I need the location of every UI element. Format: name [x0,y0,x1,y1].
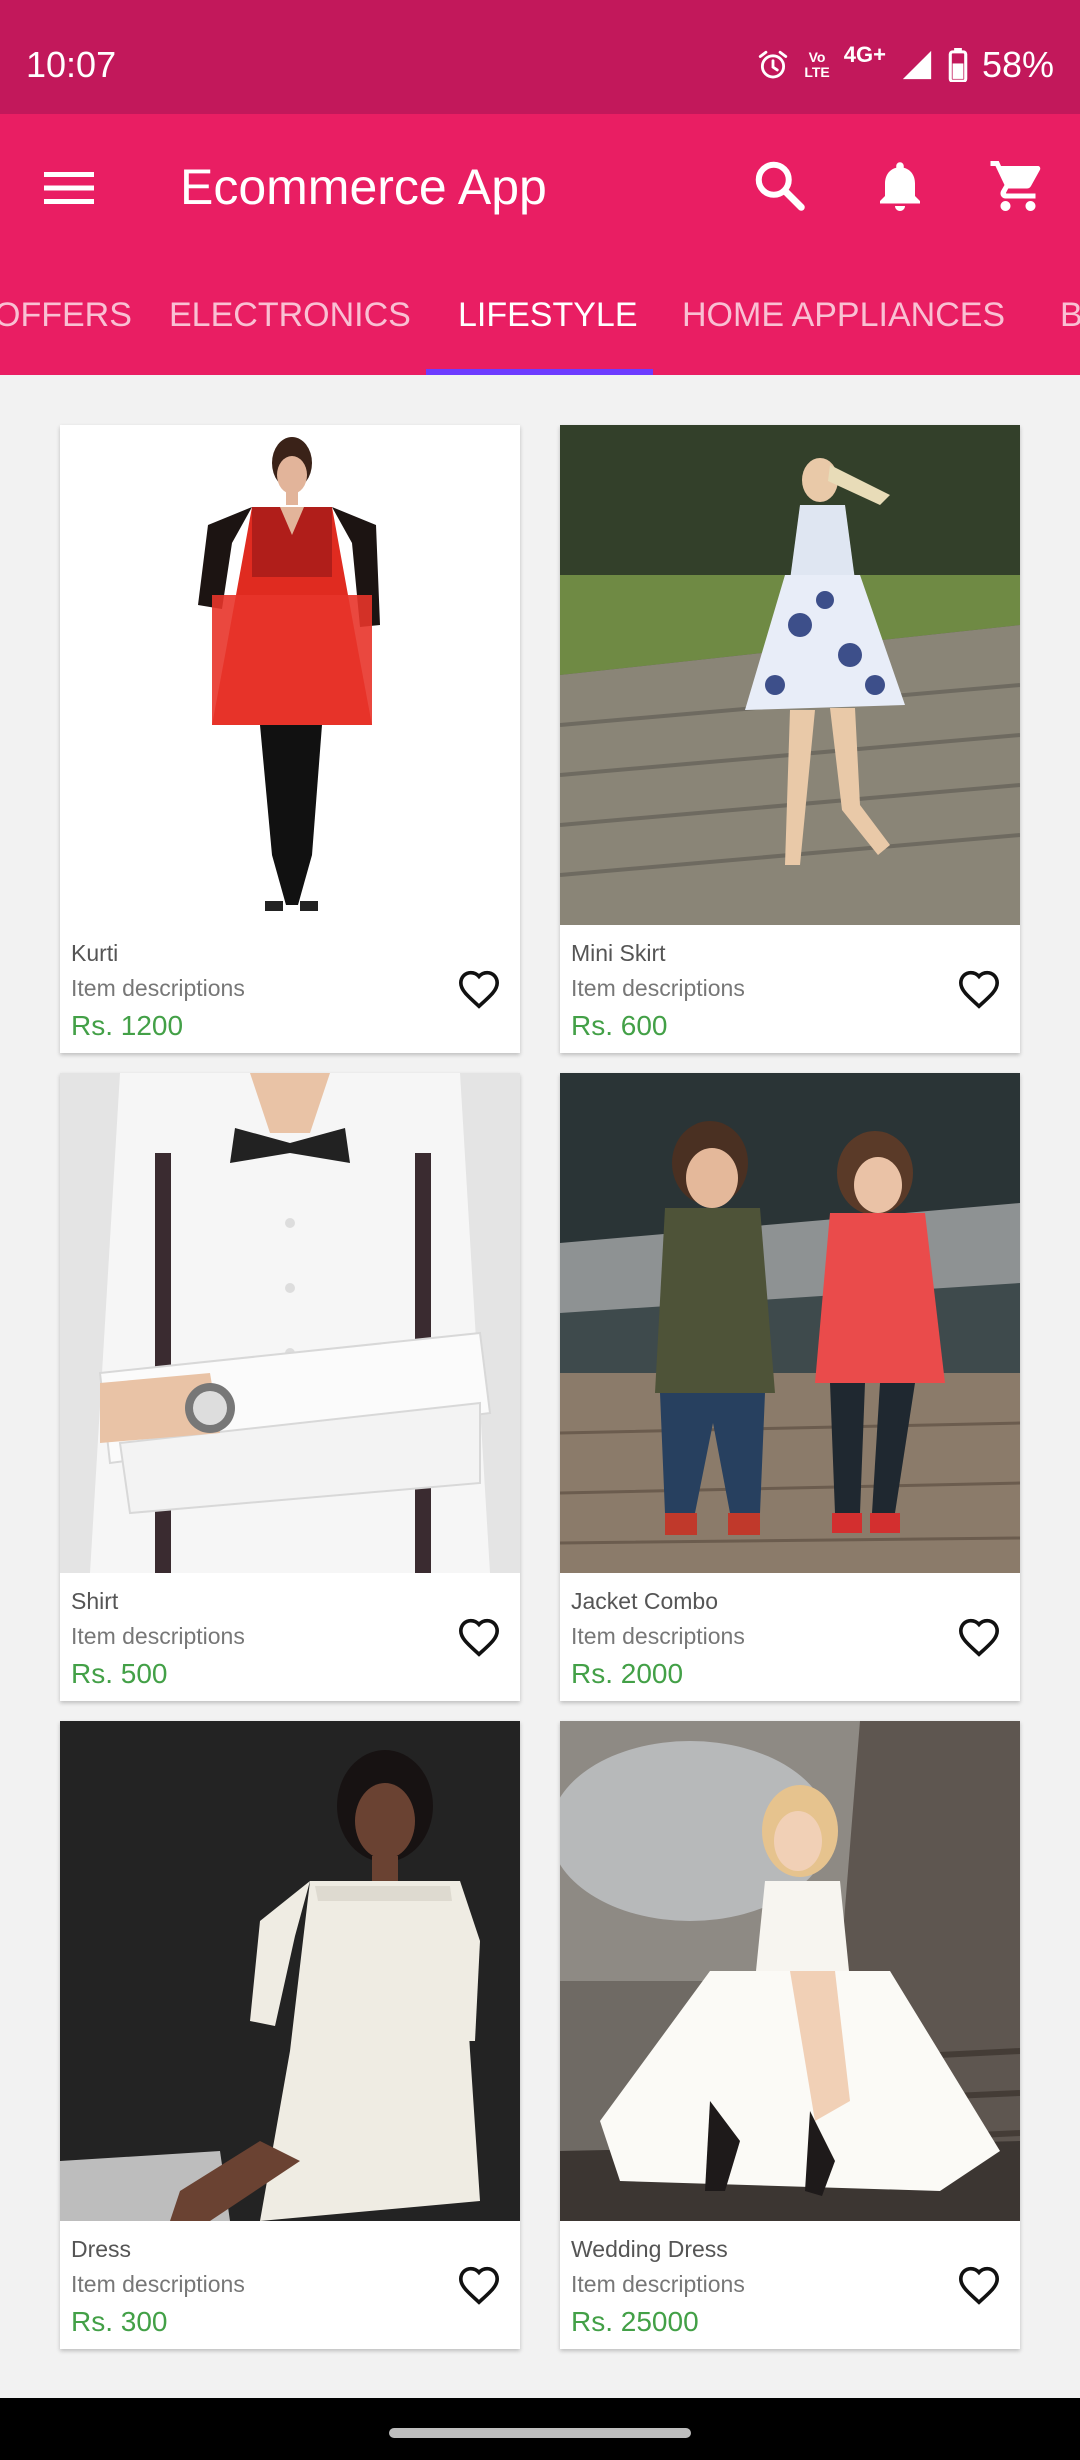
product-image-wedding-dress[interactable] [560,1721,1020,2221]
product-price: Rs. 500 [71,1658,168,1689]
product-price: Rs. 300 [71,2306,168,2337]
tab-offers[interactable]: OFFERS [0,260,132,375]
product-card[interactable]: Dress Item descriptions Rs. 300 [60,1721,520,2349]
product-name: Kurti [71,940,119,966]
tab-lifestyle[interactable]: LIFESTYLE [458,260,638,375]
product-price: Rs. 600 [571,1010,668,1041]
signal-icon [902,50,932,80]
product-price: Rs. 25000 [571,2306,699,2337]
product-name: Dress [71,2236,132,2262]
alarm-icon [759,50,788,79]
heart-icon[interactable] [457,969,501,1009]
product-price: Rs. 1200 [71,1010,184,1041]
app-title: Ecommerce App [180,159,547,215]
cart-icon[interactable] [988,156,1048,216]
app-bar: Ecommerce App [0,114,1080,260]
product-card[interactable]: Kurti Item descriptions Rs. 1200 [60,425,520,1053]
product-image-kurti[interactable] [60,425,520,925]
battery-percent: 58% [981,44,1054,85]
product-description: Item descriptions [571,975,745,1001]
product-image-mini-skirt[interactable] [560,425,1020,925]
product-card[interactable]: Mini Skirt Item descriptions Rs. 600 [560,425,1020,1053]
home-gesture-handle[interactable] [389,2428,691,2438]
product-description: Item descriptions [71,1623,245,1649]
heart-icon[interactable] [957,2265,1001,2305]
menu-icon[interactable] [44,170,94,206]
heart-icon[interactable] [957,1617,1001,1657]
system-nav-bar [0,2398,1080,2460]
product-image-jacket-combo[interactable] [560,1073,1020,1573]
product-grid: Kurti Item descriptions Rs. 1200 Mini Sk… [0,375,1080,2398]
heart-icon[interactable] [457,2265,501,2305]
status-bar: 10:07 Vo LTE 4G+ 58% [0,0,1080,114]
product-price: Rs. 2000 [571,1658,684,1689]
product-name: Wedding Dress [571,2236,728,2262]
product-image-shirt[interactable] [60,1073,520,1573]
product-description: Item descriptions [71,975,245,1001]
status-time: 10:07 [26,44,117,85]
heart-icon[interactable] [457,1617,501,1657]
product-card[interactable]: Shirt Item descriptions Rs. 500 [60,1073,520,1701]
product-name: Mini Skirt [571,940,666,966]
volte-icon: Vo LTE [804,49,830,80]
category-tabs: OFFERS ELECTRONICS LIFESTYLE HOME APPLIA… [0,260,1080,375]
status-icons: Vo LTE 4G+ 58% [756,42,1054,86]
search-icon[interactable] [750,156,810,216]
tab-partial[interactable]: B [1060,260,1080,375]
product-name: Jacket Combo [571,1588,719,1614]
battery-icon [948,48,968,82]
bell-icon[interactable] [870,156,930,216]
heart-icon[interactable] [957,969,1001,1009]
product-description: Item descriptions [571,1623,745,1649]
product-image-dress[interactable] [60,1721,520,2221]
product-description: Item descriptions [571,2271,745,2297]
tab-home-appliances[interactable]: HOME APPLIANCES [682,260,1005,375]
network-type-label: 4G+ [843,42,886,67]
product-name: Shirt [71,1588,119,1614]
product-description: Item descriptions [71,2271,245,2297]
tab-electronics[interactable]: ELECTRONICS [169,260,411,375]
product-card[interactable]: Wedding Dress Item descriptions Rs. 2500… [560,1721,1020,2349]
product-card[interactable]: Jacket Combo Item descriptions Rs. 2000 [560,1073,1020,1701]
